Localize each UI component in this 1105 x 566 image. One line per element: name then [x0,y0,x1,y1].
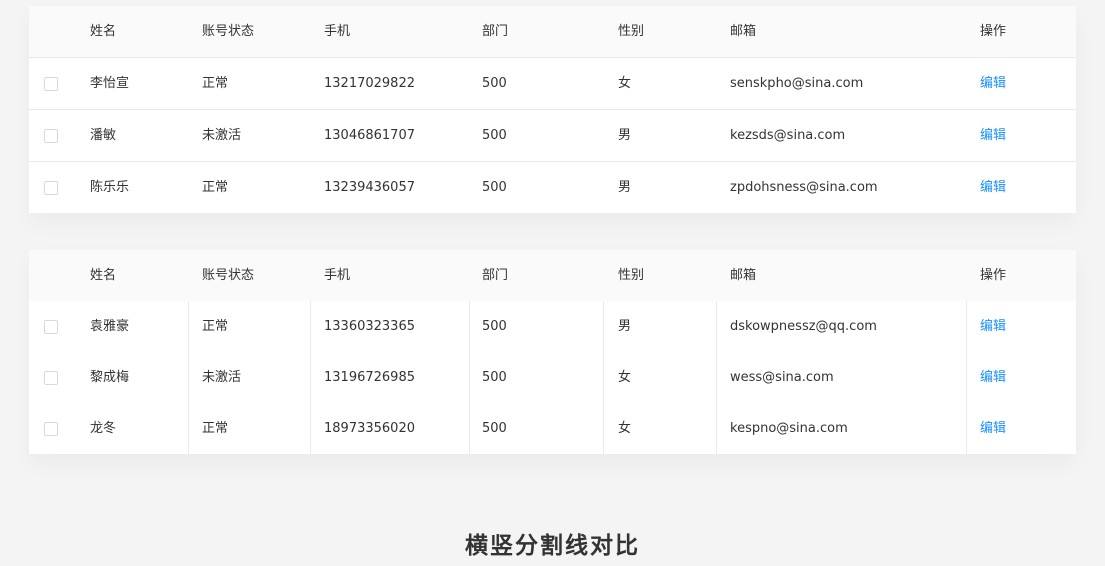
cell-action: 编辑 [980,110,1070,161]
column-header-phone[interactable]: 手机 [324,6,469,57]
cell-status: 正常 [202,319,229,334]
column-header-phone[interactable]: 手机 [324,250,469,301]
row-checkbox[interactable] [44,128,58,143]
cell-gender: 男 [618,180,632,195]
cell-phone: 13046861707 [324,128,415,143]
column-header-gender[interactable]: 性别 [618,250,718,301]
cell-email: kezsds@sina.com [730,128,846,143]
column-header-action[interactable]: 操作 [980,250,1070,301]
column-header-status[interactable]: 账号状态 [202,250,312,301]
table-header: 姓名 账号状态 手机 部门 性别 邮箱 操作 [29,250,1076,301]
row-checkbox[interactable] [44,180,58,195]
edit-link[interactable]: 编辑 [980,129,1006,142]
cell-name: 龙冬 [90,421,117,436]
column-header-action[interactable]: 操作 [980,6,1070,57]
row-checkbox-cell [44,162,90,213]
row-checkbox-cell [44,58,90,109]
cell-action: 编辑 [980,58,1070,109]
edit-link[interactable]: 编辑 [980,320,1006,333]
column-header-dept[interactable]: 部门 [482,250,602,301]
table-header: 姓名 账号状态 手机 部门 性别 邮箱 操作 [29,6,1076,57]
table-horizontal-dividers: 姓名 账号状态 手机 部门 性别 邮箱 操作 李怡宣 正常 1321702982… [29,6,1076,213]
cell-dept: 500 [482,319,507,334]
cell-action: 编辑 [980,352,1070,403]
cell-name: 黎成梅 [90,370,130,385]
cell-dept: 500 [482,180,507,195]
cell-dept: 500 [482,128,507,143]
column-header-email[interactable]: 邮箱 [730,250,960,301]
row-checkbox-cell [44,352,90,403]
cell-email: senskpho@sina.com [730,76,864,91]
cell-phone: 13217029822 [324,76,415,91]
column-header-gender[interactable]: 性别 [618,6,718,57]
cell-name: 陈乐乐 [90,180,130,195]
cell-email: kespno@sina.com [730,421,848,436]
cell-dept: 500 [482,421,507,436]
cell-name: 李怡宣 [90,76,130,91]
cell-action: 编辑 [980,162,1070,213]
cell-name: 袁雅豪 [90,319,130,334]
cell-status: 正常 [202,421,229,436]
column-header-name[interactable]: 姓名 [90,250,188,301]
cell-dept: 500 [482,370,507,385]
cell-name: 潘敏 [90,128,117,143]
cell-action: 编辑 [980,403,1070,454]
row-checkbox-cell [44,110,90,161]
cell-email: zpdohsness@sina.com [730,180,878,195]
cell-email: dskowpnessz@qq.com [730,319,877,334]
column-header-dept[interactable]: 部门 [482,6,602,57]
cell-email: wess@sina.com [730,370,834,385]
table-row[interactable]: 袁雅豪 正常 13360323365 500 男 dskowpnessz@qq.… [29,301,1076,352]
table-row[interactable]: 黎成梅 未激活 13196726985 500 女 wess@sina.com … [29,352,1076,403]
cell-phone: 13239436057 [324,180,415,195]
cell-gender: 女 [618,370,632,385]
cell-gender: 女 [618,421,632,436]
column-header-email[interactable]: 邮箱 [730,6,960,57]
edit-link[interactable]: 编辑 [980,371,1006,384]
cell-gender: 男 [618,128,632,143]
cell-gender: 男 [618,319,632,334]
table-row[interactable]: 陈乐乐 正常 13239436057 500 男 zpdohsness@sina… [29,161,1076,213]
cell-phone: 13360323365 [324,319,415,334]
cell-dept: 500 [482,76,507,91]
cell-phone: 13196726985 [324,370,415,385]
table-row[interactable]: 龙冬 正常 18973356020 500 女 kespno@sina.com … [29,403,1076,454]
cell-phone: 18973356020 [324,421,415,436]
cell-status: 正常 [202,180,229,195]
table-row[interactable]: 李怡宣 正常 13217029822 500 女 senskpho@sina.c… [29,57,1076,109]
edit-link[interactable]: 编辑 [980,77,1006,90]
table-row[interactable]: 潘敏 未激活 13046861707 500 男 kezsds@sina.com… [29,109,1076,161]
column-header-name[interactable]: 姓名 [90,6,188,57]
row-checkbox-cell [44,301,90,352]
column-header-status[interactable]: 账号状态 [202,6,312,57]
row-checkbox-cell [44,403,90,454]
table-vertical-dividers: 姓名 账号状态 手机 部门 性别 邮箱 操作 袁雅豪 正常 1336032336… [29,250,1076,454]
row-checkbox[interactable] [44,76,58,91]
comparison-caption: 横竖分割线对比 [465,533,640,559]
cell-status: 未激活 [202,128,242,143]
edit-link[interactable]: 编辑 [980,422,1006,435]
row-checkbox[interactable] [44,370,58,385]
cell-status: 正常 [202,76,229,91]
cell-status: 未激活 [202,370,242,385]
edit-link[interactable]: 编辑 [980,181,1006,194]
row-checkbox[interactable] [44,421,58,436]
cell-gender: 女 [618,76,632,91]
row-checkbox[interactable] [44,319,58,334]
cell-action: 编辑 [980,301,1070,352]
